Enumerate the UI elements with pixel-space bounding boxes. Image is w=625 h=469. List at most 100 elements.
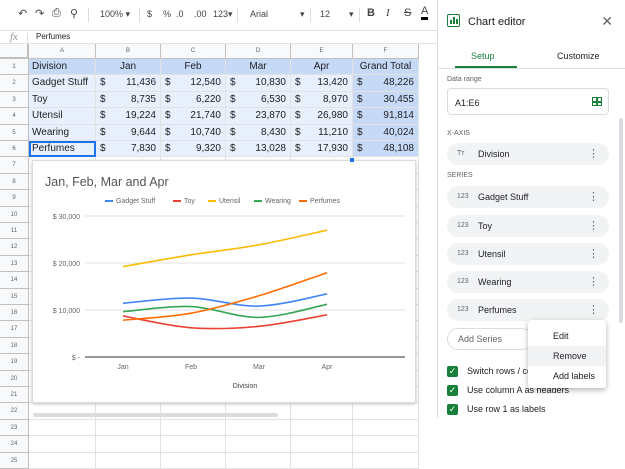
strikethrough-button[interactable]: S — [404, 7, 411, 19]
value-cell[interactable]: $8,970 — [291, 91, 353, 109]
row-header[interactable]: 1 — [0, 59, 29, 76]
decrease-decimal-button[interactable]: .0 — [176, 9, 184, 19]
empty-cell[interactable] — [161, 436, 226, 453]
undo-icon[interactable]: ↶ — [18, 7, 27, 20]
value-cell[interactable]: $7,830 — [96, 141, 161, 158]
row-header[interactable]: 15 — [0, 288, 29, 305]
row-header[interactable]: 17 — [0, 321, 29, 338]
division-cell[interactable]: Gadget Stuff — [29, 75, 96, 92]
header-cell[interactable]: Feb — [161, 59, 226, 76]
more-formats-button[interactable]: 123▾ — [213, 9, 233, 20]
value-cell[interactable]: $13,420 — [291, 75, 353, 92]
division-cell[interactable]: Perfumes — [29, 141, 96, 158]
font-select[interactable]: Arial — [250, 9, 268, 19]
header-cell[interactable]: Mar — [226, 59, 291, 76]
value-cell[interactable]: $11,436 — [96, 75, 161, 92]
row-header[interactable]: 19 — [0, 354, 29, 371]
series-item[interactable]: 123 Utensil ⋮ — [447, 243, 609, 265]
division-cell[interactable]: Wearing — [29, 124, 96, 141]
empty-cell[interactable] — [353, 452, 419, 469]
empty-cell[interactable] — [161, 403, 226, 420]
horizontal-scrollbar[interactable] — [33, 413, 278, 417]
select-range-icon[interactable] — [592, 97, 602, 106]
column-header[interactable]: E — [291, 44, 353, 59]
empty-cell[interactable] — [226, 403, 291, 420]
row-header[interactable]: 14 — [0, 272, 29, 289]
value-cell[interactable]: $6,530 — [226, 91, 291, 109]
menu-item-add-labels[interactable]: Add labels — [528, 366, 606, 386]
italic-button[interactable]: I — [386, 7, 390, 19]
series-item[interactable]: 123 Toy ⋮ — [447, 215, 609, 237]
value-cell[interactable]: $10,830 — [226, 75, 291, 92]
line-chart[interactable]: Jan, Feb, Mar and Apr $ - $ 10,000 $ 20,00… — [32, 160, 416, 403]
font-size-select[interactable]: 12 — [320, 9, 330, 19]
series-item[interactable]: 123 Perfumes ⋮ — [447, 299, 609, 321]
row-header[interactable]: 8 — [0, 173, 29, 191]
empty-cell[interactable] — [226, 436, 291, 453]
add-series-button[interactable]: Add Series — [447, 328, 533, 350]
row-header[interactable]: 25 — [0, 452, 29, 469]
empty-cell[interactable] — [353, 436, 419, 453]
value-cell[interactable]: $17,930 — [291, 141, 353, 158]
column-header[interactable]: A — [29, 44, 96, 59]
value-cell[interactable]: $9,320 — [161, 141, 226, 158]
menu-item-remove[interactable]: Remove — [528, 346, 606, 366]
more-options-icon[interactable]: ⋮ — [588, 215, 599, 237]
value-cell[interactable]: $21,740 — [161, 108, 226, 125]
header-cell[interactable]: Apr — [291, 59, 353, 76]
header-cell[interactable]: Jan — [96, 59, 161, 76]
row-header[interactable]: 9 — [0, 190, 29, 207]
value-cell[interactable]: $11,210 — [291, 124, 353, 141]
row-header[interactable]: 6 — [0, 141, 29, 158]
menu-item-edit[interactable]: Edit — [528, 326, 606, 346]
paint-format-icon[interactable]: ⚲ — [70, 7, 78, 20]
value-cell[interactable]: $8,735 — [96, 91, 161, 109]
value-cell[interactable]: $19,224 — [96, 108, 161, 125]
empty-cell[interactable] — [291, 419, 353, 437]
empty-cell[interactable] — [353, 403, 419, 420]
empty-cell[interactable] — [29, 452, 96, 469]
value-cell[interactable]: $12,540 — [161, 75, 226, 92]
row-header[interactable]: 13 — [0, 255, 29, 273]
more-options-icon[interactable]: ⋮ — [588, 271, 599, 293]
font-size-dropdown-arrow[interactable]: ▾ — [349, 9, 354, 20]
series-item[interactable]: 123 Wearing ⋮ — [447, 271, 609, 293]
bold-button[interactable]: B — [367, 7, 375, 19]
column-header[interactable]: D — [226, 44, 291, 59]
empty-cell[interactable] — [291, 452, 353, 469]
header-cell[interactable]: Grand Total — [353, 59, 419, 76]
row-header[interactable]: 12 — [0, 239, 29, 256]
row-header[interactable]: 21 — [0, 387, 29, 404]
total-cell[interactable]: $40,024 — [353, 124, 419, 141]
tab-customize[interactable]: Customize — [557, 51, 600, 61]
total-cell[interactable]: $91,814 — [353, 108, 419, 125]
row-header[interactable]: 4 — [0, 108, 29, 125]
empty-cell[interactable] — [291, 403, 353, 420]
value-cell[interactable]: $26,980 — [291, 108, 353, 125]
percent-format-button[interactable]: % — [163, 9, 171, 19]
empty-cell[interactable] — [161, 419, 226, 437]
more-options-icon[interactable]: ⋮ — [588, 299, 599, 321]
empty-cell[interactable] — [161, 452, 226, 469]
value-cell[interactable]: $9,644 — [96, 124, 161, 141]
switch-rows-checkbox[interactable]: ✓ — [447, 366, 458, 377]
value-cell[interactable]: $8,430 — [226, 124, 291, 141]
formula-input[interactable]: Perfumes — [36, 32, 70, 41]
more-options-icon[interactable]: ⋮ — [588, 143, 599, 165]
row-header[interactable]: 18 — [0, 337, 29, 355]
use-column-a-checkbox[interactable]: ✓ — [447, 385, 458, 396]
row-header[interactable]: 24 — [0, 436, 29, 453]
row-header[interactable]: 3 — [0, 91, 29, 109]
empty-cell[interactable] — [96, 419, 161, 437]
empty-cell[interactable] — [226, 419, 291, 437]
row-header[interactable]: 23 — [0, 419, 29, 437]
empty-cell[interactable] — [353, 419, 419, 437]
print-icon[interactable]: ⎙ — [52, 7, 61, 20]
total-cell[interactable]: $30,455 — [353, 91, 419, 109]
font-dropdown-arrow[interactable]: ▾ — [300, 9, 305, 20]
column-header[interactable]: C — [161, 44, 226, 59]
row-header[interactable]: 11 — [0, 223, 29, 240]
empty-cell[interactable] — [96, 436, 161, 453]
text-color-button[interactable]: A — [421, 5, 429, 20]
empty-cell[interactable] — [29, 419, 96, 437]
